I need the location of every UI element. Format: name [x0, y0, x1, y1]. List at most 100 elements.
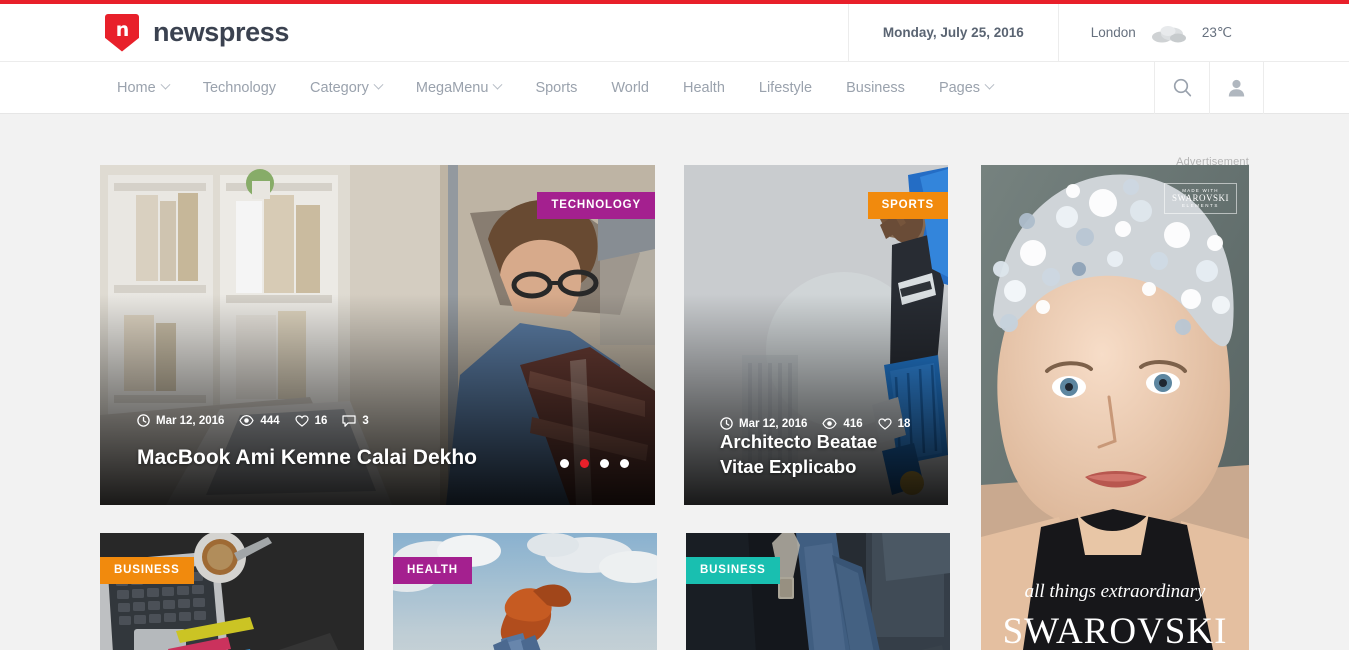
- article-card-health-sky[interactable]: HEALTH: [393, 533, 657, 650]
- comment-icon: [342, 414, 357, 427]
- category-badge-technology[interactable]: TECHNOLOGY: [537, 192, 655, 219]
- svg-text:SWAROVSKI: SWAROVSKI: [1003, 611, 1228, 650]
- slider-dot-2[interactable]: [580, 459, 589, 468]
- user-icon: [1228, 79, 1245, 97]
- hero-article-title[interactable]: MacBook Ami Kemne Calai Dekho: [137, 446, 477, 470]
- heart-icon: [878, 417, 892, 430]
- hero-comments-count: 3: [362, 414, 369, 427]
- slider-dot-4[interactable]: [620, 459, 629, 468]
- shield-logo-icon: n: [105, 13, 139, 52]
- sports-meta: Mar 12, 2016 416 18: [720, 417, 910, 430]
- nav-label: Business: [846, 79, 905, 96]
- brand-name: newspress: [153, 17, 289, 47]
- hero-views-count: 444: [260, 414, 280, 427]
- chevron-down-icon: [492, 79, 503, 90]
- sports-article-title[interactable]: Architecto Beatae Vitae Explicabo: [720, 430, 920, 479]
- cloud-icon: [1150, 23, 1188, 43]
- ad-image: all things extraordinary SWAROVSKI: [981, 165, 1249, 650]
- slider-dot-3[interactable]: [600, 459, 609, 468]
- article-card-business-desk[interactable]: BUSINESS: [100, 533, 364, 650]
- category-badge-business-teal[interactable]: BUSINESS: [686, 557, 780, 584]
- header-right: Monday, July 25, 2016 London 23℃: [847, 3, 1349, 62]
- hero-meta: Mar 12, 2016 444 16 3: [137, 414, 369, 427]
- site-header: n newspress Monday, July 25, 2016 London…: [0, 3, 1349, 62]
- swarovski-elements-tag: MADE WITH SWAROVSKI ELEMENTS: [1163, 183, 1237, 214]
- nav-label: World: [611, 79, 649, 96]
- sports-views-count: 416: [843, 417, 863, 430]
- main-content: Advertisement TECHNOLOGY Mar 12, 2016 44…: [0, 114, 1349, 650]
- nav-item-world[interactable]: World: [594, 62, 666, 114]
- nav-label: Technology: [202, 79, 277, 96]
- svg-text:all things extraordinary: all things extraordinary: [1025, 581, 1206, 602]
- business-person-image: [686, 533, 950, 650]
- nav-item-home[interactable]: Home: [100, 62, 186, 114]
- content-grid: TECHNOLOGY Mar 12, 2016 444 16 3 MacBook…: [100, 114, 1249, 650]
- sports-date-text: Mar 12, 2016: [739, 417, 808, 430]
- nav-label: Sports: [535, 79, 578, 96]
- chevron-down-icon: [373, 79, 384, 90]
- category-badge-business[interactable]: BUSINESS: [100, 557, 194, 584]
- slider-dots: [560, 459, 629, 468]
- sports-likes: 18: [878, 417, 911, 430]
- nav-label: Health: [682, 79, 725, 96]
- category-badge-health[interactable]: HEALTH: [393, 557, 472, 584]
- page-root: n newspress Monday, July 25, 2016 London…: [0, 0, 1349, 650]
- nav-item-list: Home Technology Category MegaMenu Sports…: [0, 62, 1010, 114]
- nav-item-technology[interactable]: Technology: [186, 62, 293, 114]
- current-date: Monday, July 25, 2016: [847, 3, 1058, 62]
- sports-likes-count: 18: [897, 417, 911, 430]
- search-button[interactable]: [1154, 61, 1209, 114]
- secondary-articles-row: BUSINESS HEALTH BUSINESS: [100, 533, 953, 650]
- sidebar-column: all things extraordinary SWAROVSKI MADE …: [981, 165, 1249, 650]
- clock-icon: [137, 414, 150, 427]
- nav-item-lifestyle[interactable]: Lifestyle: [742, 62, 829, 114]
- eye-icon: [822, 418, 838, 429]
- nav-item-megamenu[interactable]: MegaMenu: [399, 62, 519, 114]
- eye-icon: [239, 415, 255, 426]
- sports-feature-card[interactable]: SPORTS Mar 12, 2016 416 18 Architecto Be…: [684, 165, 948, 505]
- nav-actions: [1154, 61, 1349, 114]
- hero-slider-card[interactable]: TECHNOLOGY Mar 12, 2016 444 16 3 MacBook…: [100, 165, 655, 505]
- tag-brand-name: SWAROVSKI: [1171, 193, 1229, 203]
- nav-label: Home: [117, 79, 156, 96]
- weather-widget: London 23℃: [1057, 3, 1254, 62]
- nav-item-sports[interactable]: Sports: [518, 62, 594, 114]
- account-button[interactable]: [1209, 61, 1264, 114]
- weather-city: London: [1090, 25, 1136, 40]
- nav-label: MegaMenu: [415, 79, 489, 96]
- chevron-down-icon: [160, 79, 171, 90]
- business-desk-image: [100, 533, 364, 650]
- sports-date: Mar 12, 2016: [720, 417, 807, 430]
- featured-row: TECHNOLOGY Mar 12, 2016 444 16 3 MacBook…: [100, 165, 953, 505]
- nav-label: Lifestyle: [758, 79, 813, 96]
- category-badge-sports[interactable]: SPORTS: [867, 192, 948, 219]
- advertisement-banner[interactable]: all things extraordinary SWAROVSKI MADE …: [981, 165, 1249, 650]
- logo-mark-letter: n: [115, 18, 129, 41]
- hero-date-text: Mar 12, 2016: [156, 414, 225, 427]
- nav-label: Category: [310, 79, 369, 96]
- article-card-business-person[interactable]: BUSINESS: [686, 533, 950, 650]
- hero-comments: 3: [342, 414, 369, 427]
- health-sky-image: [393, 533, 657, 650]
- clock-icon: [720, 417, 733, 430]
- tag-elements: ELEMENTS: [1181, 203, 1220, 208]
- chevron-down-icon: [984, 79, 995, 90]
- hero-views: 444: [239, 414, 280, 427]
- slider-dot-1[interactable]: [560, 459, 569, 468]
- weather-temperature: 23℃: [1201, 24, 1232, 40]
- main-navigation: Home Technology Category MegaMenu Sports…: [0, 61, 1349, 114]
- nav-item-business[interactable]: Business: [829, 62, 922, 114]
- hero-date: Mar 12, 2016: [137, 414, 224, 427]
- nav-label: Pages: [938, 79, 981, 96]
- sports-views: 416: [822, 417, 863, 430]
- hero-likes-count: 16: [314, 414, 328, 427]
- site-logo[interactable]: n newspress: [0, 13, 289, 52]
- search-icon: [1173, 78, 1192, 97]
- articles-column: TECHNOLOGY Mar 12, 2016 444 16 3 MacBook…: [100, 165, 953, 650]
- hero-gradient-overlay: [100, 294, 655, 505]
- ad-brand-lockup: all things extraordinary SWAROVSKI: [1003, 581, 1228, 650]
- nav-item-health[interactable]: Health: [666, 62, 742, 114]
- heart-icon: [295, 414, 309, 427]
- nav-item-pages[interactable]: Pages: [922, 62, 1010, 114]
- nav-item-category[interactable]: Category: [293, 62, 399, 114]
